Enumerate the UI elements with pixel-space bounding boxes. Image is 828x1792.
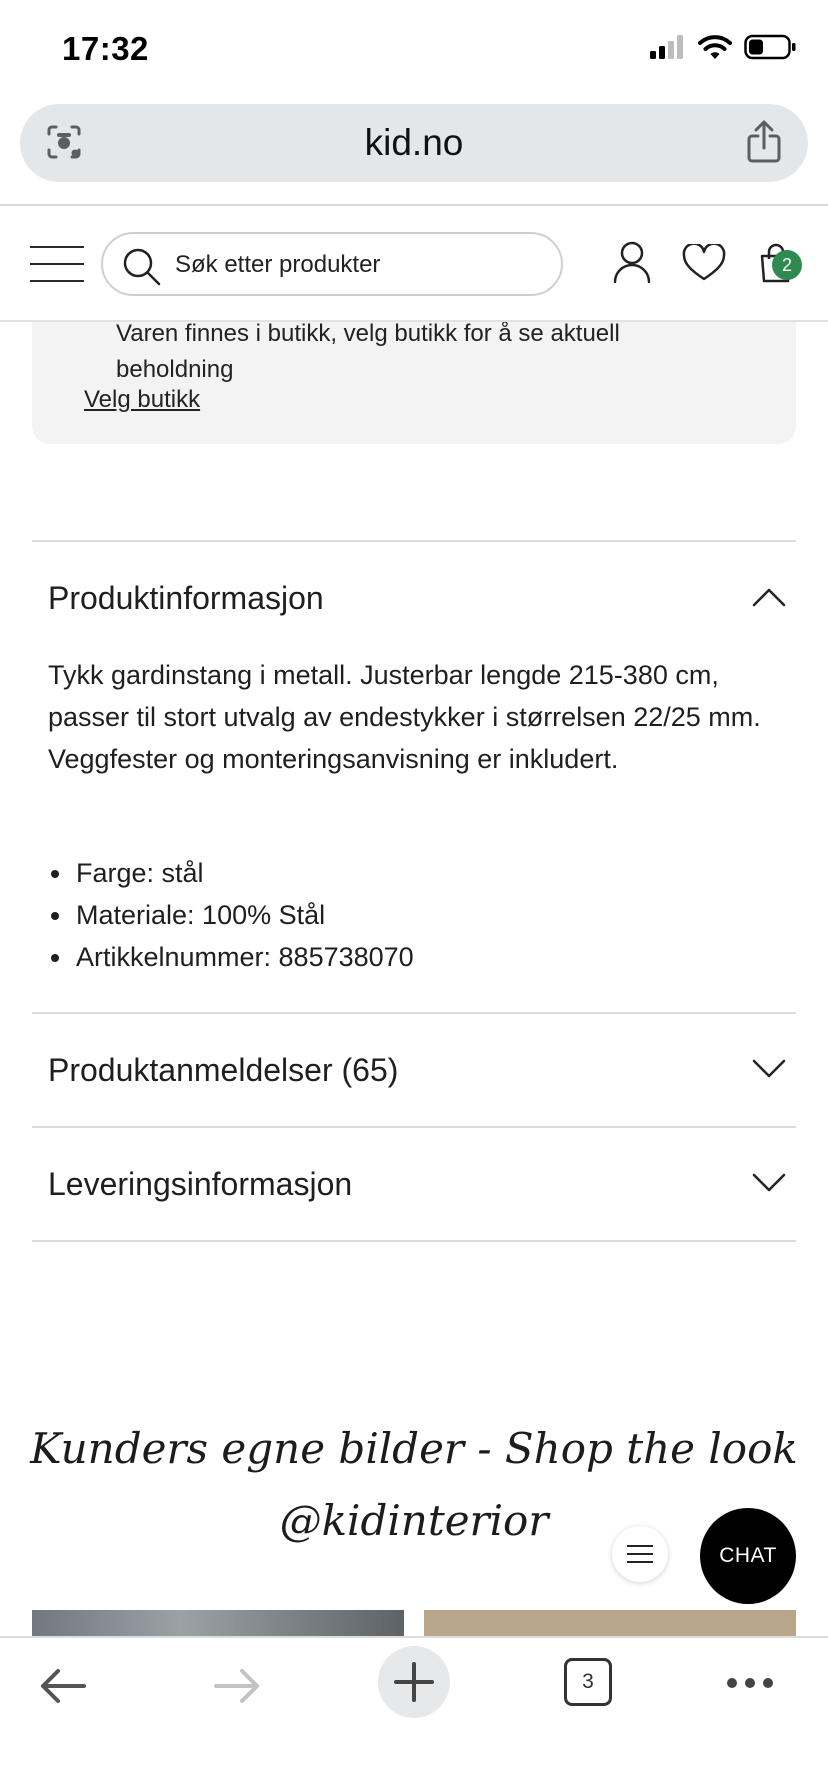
spec-article-number: Artikkelnummer: 885738070 (48, 936, 414, 978)
customer-photo-1[interactable] (32, 1610, 404, 1636)
product-description: Tykk gardinstang i metall. Justerbar len… (48, 660, 761, 774)
site-header: Søk etter produkter (0, 206, 828, 322)
divider (32, 1012, 796, 1014)
store-availability-text: Varen finnes i butikk, velg butikk for å… (116, 320, 620, 383)
search-placeholder: Søk etter produkter (175, 251, 381, 278)
chevron-down-icon[interactable] (752, 1058, 786, 1085)
chat-button[interactable]: CHAT (700, 1508, 796, 1604)
product-info-accordion-title[interactable]: Produktinformasjon (48, 580, 324, 617)
address-bar[interactable]: kid.no (20, 104, 808, 182)
hamburger-menu-button[interactable] (30, 244, 84, 284)
tabs-button[interactable]: 3 (564, 1658, 612, 1706)
status-icons (650, 34, 798, 60)
divider (32, 1240, 796, 1242)
divider (32, 540, 796, 542)
chevron-up-icon[interactable] (752, 586, 786, 613)
battery-icon (744, 34, 796, 60)
chevron-down-icon[interactable] (752, 1172, 786, 1199)
choose-store-link[interactable]: Velg butikk (84, 386, 200, 414)
floating-menu-button[interactable] (612, 1526, 668, 1582)
spec-material: Materiale: 100% Stål (48, 894, 414, 936)
wishlist-heart-icon[interactable] (682, 242, 726, 287)
forward-arrow-icon[interactable] (212, 1666, 262, 1711)
shop-the-look-heading: Kunders egne bilder - Shop the look (30, 1424, 798, 1473)
status-time: 17:32 (62, 30, 149, 67)
cellular-signal-icon (650, 35, 683, 59)
cart-count-badge: 2 (772, 250, 802, 280)
delivery-accordion-title[interactable]: Leveringsinformasjon (48, 1166, 352, 1203)
search-input[interactable]: Søk etter produkter (101, 232, 563, 296)
product-spec-list: Farge: stål Materiale: 100% Stål Artikke… (48, 852, 414, 978)
reviews-accordion-title[interactable]: Produktanmeldelser (65) (48, 1052, 398, 1089)
back-arrow-icon[interactable] (38, 1666, 88, 1711)
account-icon[interactable] (612, 240, 652, 289)
more-options-icon[interactable] (726, 1676, 774, 1695)
browser-toolbar: 3 (0, 1636, 828, 1792)
new-tab-button[interactable] (378, 1646, 450, 1718)
search-icon (121, 246, 163, 293)
url-text: kid.no (364, 122, 464, 163)
wifi-icon (698, 35, 732, 59)
customer-photo-2[interactable] (424, 1610, 796, 1636)
status-bar: 17:32 (0, 0, 828, 100)
plus-icon (394, 1662, 434, 1702)
spec-color: Farge: stål (48, 852, 414, 894)
share-icon[interactable] (746, 120, 782, 169)
divider (32, 1126, 796, 1128)
